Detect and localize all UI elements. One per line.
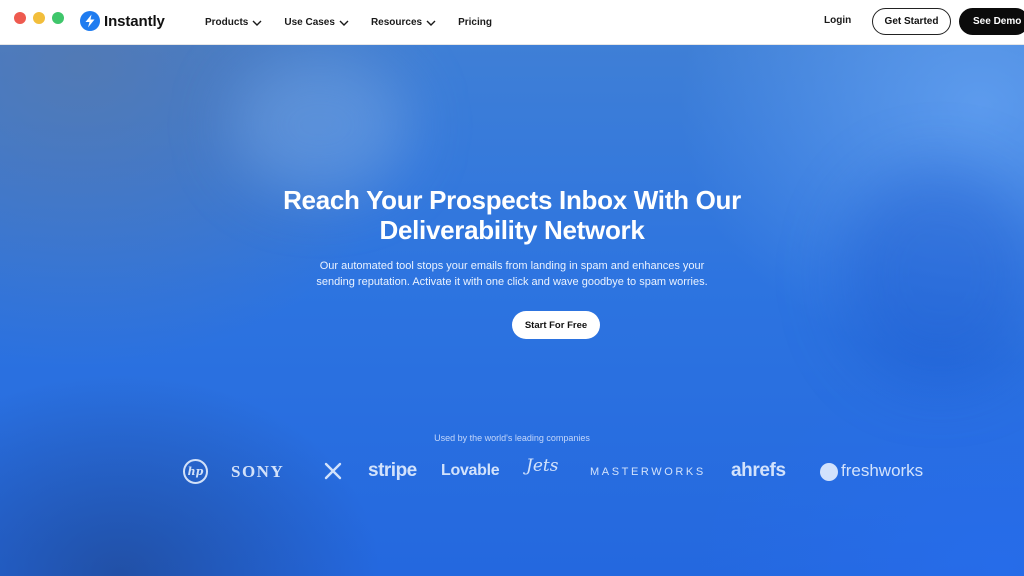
jets-logo: Jets bbox=[526, 456, 559, 476]
nav-resources[interactable]: Resources bbox=[371, 17, 436, 28]
close-window-button[interactable] bbox=[14, 12, 26, 24]
hp-logo: hp bbox=[183, 459, 208, 484]
freshworks-mark-icon bbox=[820, 463, 838, 481]
top-nav-bar: Instantly Products Use Cases Resources P… bbox=[0, 0, 1024, 45]
hero-subtitle-line-1: Our automated tool stops your emails fro… bbox=[319, 260, 705, 272]
chevron-down-icon bbox=[252, 20, 262, 26]
nav-pricing[interactable]: Pricing bbox=[458, 17, 492, 28]
login-link[interactable]: Login bbox=[824, 15, 851, 26]
maximize-window-button[interactable] bbox=[52, 12, 64, 24]
hero-section: Reach Your Prospects Inbox With Our Deli… bbox=[0, 45, 1024, 576]
sony-logo: SONY bbox=[231, 462, 285, 481]
masterworks-logo: MASTERWORKS bbox=[590, 466, 706, 478]
hero-subtitle: Our automated tool stops your emails fro… bbox=[312, 258, 712, 290]
stripe-logo: stripe bbox=[368, 460, 417, 481]
customer-logos: hp SONY stripe Lovable Jets MASTERWORKS … bbox=[0, 453, 1024, 493]
brand-logo[interactable]: Instantly bbox=[80, 11, 165, 31]
get-started-button[interactable]: Get Started bbox=[872, 8, 951, 35]
minimize-window-button[interactable] bbox=[33, 12, 45, 24]
nav-resources-label: Resources bbox=[370, 17, 423, 28]
nav-use-cases-label: Use Cases bbox=[284, 17, 335, 28]
start-for-free-button[interactable]: Start For Free bbox=[512, 311, 600, 339]
hero-title-line-2: Deliverability Network bbox=[379, 215, 645, 245]
see-demo-button[interactable]: See Demo bbox=[959, 8, 1024, 35]
x-logo bbox=[324, 462, 342, 480]
social-proof-caption: Used by the world's leading companies bbox=[434, 433, 590, 443]
main-nav: Products Use Cases Resources Pricing bbox=[205, 0, 514, 45]
hero-subtitle-line-2: sending reputation. Activate it with one… bbox=[316, 276, 708, 288]
brand-name: Instantly bbox=[104, 12, 165, 30]
window-controls bbox=[14, 12, 64, 24]
lovable-logo: Lovable bbox=[441, 462, 500, 479]
hero-title: Reach Your Prospects Inbox With Our Deli… bbox=[212, 185, 812, 245]
nav-use-cases[interactable]: Use Cases bbox=[284, 17, 349, 28]
nav-pricing-label: Pricing bbox=[458, 17, 492, 28]
freshworks-logo: freshworks bbox=[820, 460, 923, 481]
nav-products[interactable]: Products bbox=[205, 17, 262, 28]
background-haze bbox=[840, 165, 1024, 385]
chevron-down-icon bbox=[339, 20, 349, 26]
background-haze bbox=[230, 55, 410, 195]
ahrefs-logo: ahrefs bbox=[731, 460, 786, 481]
chevron-down-icon bbox=[426, 20, 436, 26]
lightning-bolt-icon bbox=[80, 11, 100, 31]
nav-products-label: Products bbox=[205, 17, 249, 28]
hero-title-line-1: Reach Your Prospects Inbox With Our bbox=[283, 185, 741, 215]
